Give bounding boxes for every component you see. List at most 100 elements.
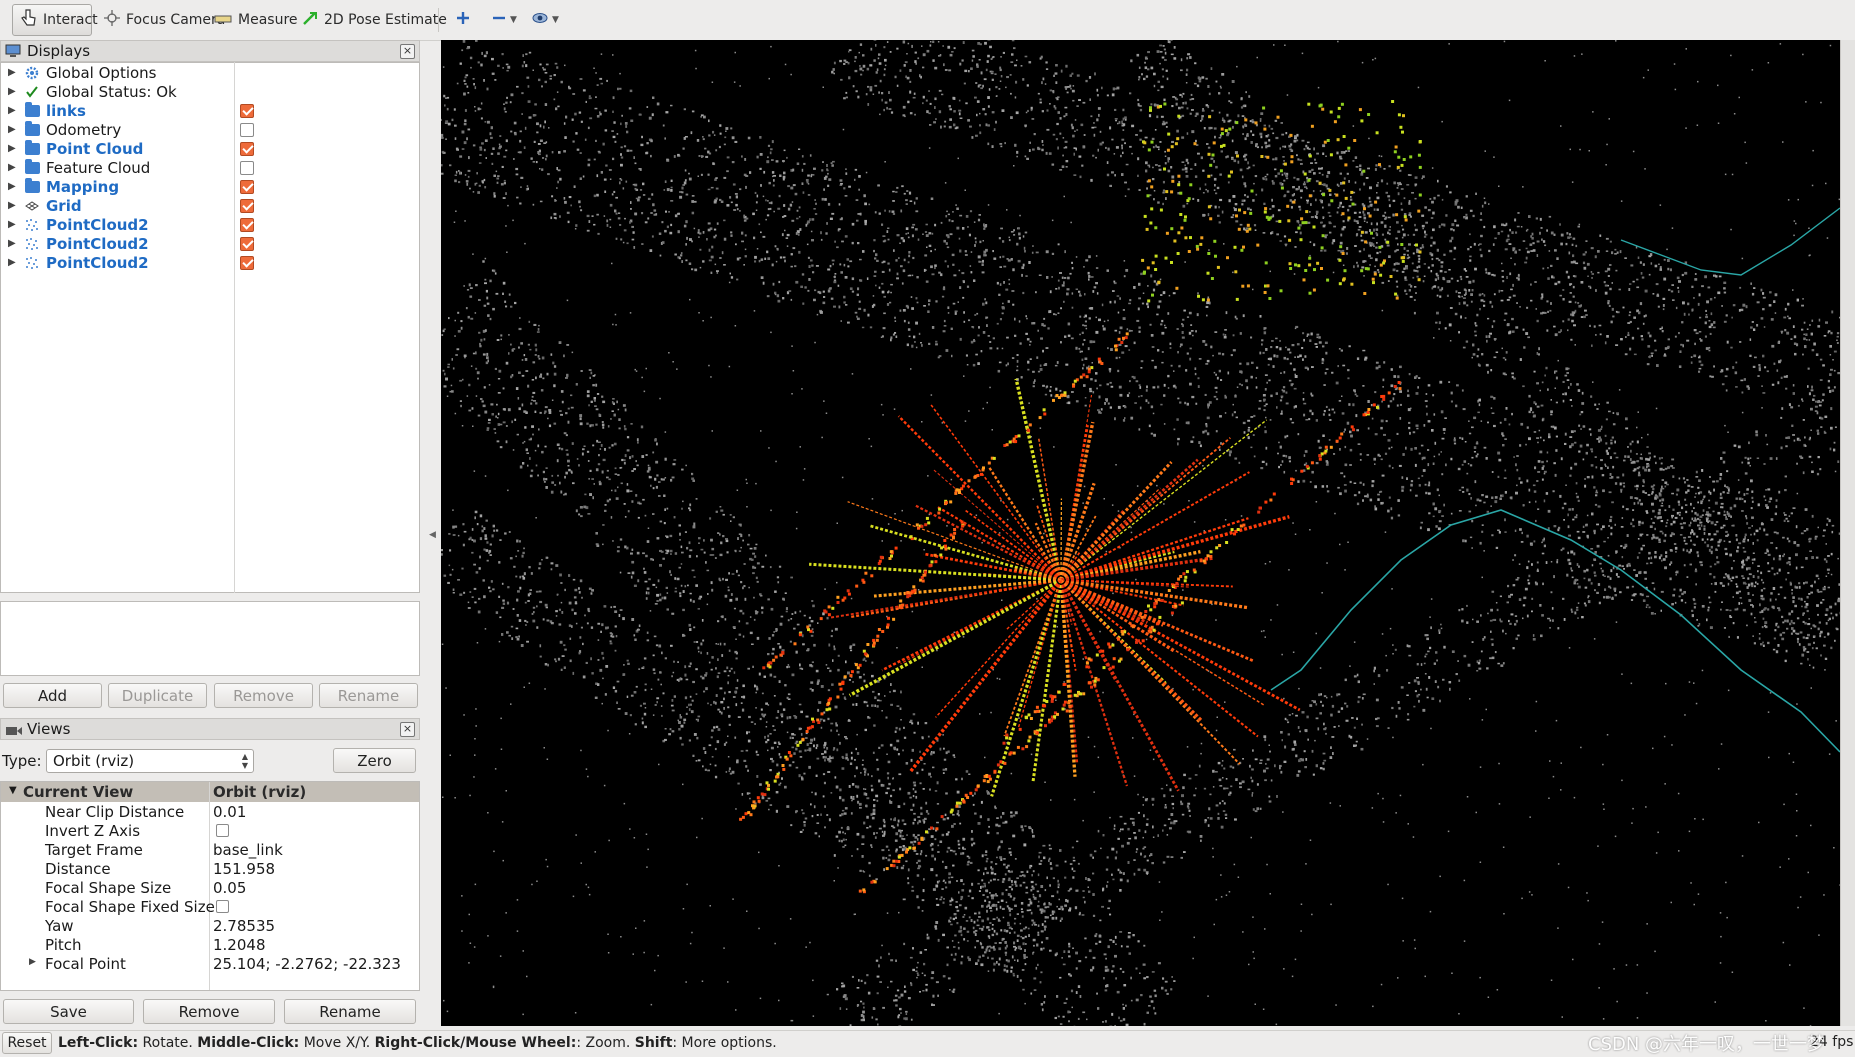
view-type-label: Type: [2,752,42,770]
reset-button[interactable]: Reset [2,1032,52,1054]
view-property-row[interactable]: ▶ Focal Point 25.104; -2.2762; -22.323 [1,954,419,973]
display-item[interactable]: ▶Global Options [0,63,418,82]
expand-arrow-icon[interactable]: ▶ [8,105,16,116]
folder-icon [24,104,40,118]
view-property-row[interactable]: Yaw2.78535 [1,916,419,935]
display-item[interactable]: ▶ Odometry [0,120,418,139]
display-item[interactable]: ▶PointCloud2 [0,253,418,272]
view-property-key: Focal Point [45,955,126,973]
display-enabled-checkbox[interactable] [240,237,254,251]
expand-arrow-icon[interactable]: ▶ [8,219,16,230]
video-camera-icon [5,723,23,741]
pose-estimate-tool-button[interactable]: 2D Pose Estimate [294,4,455,36]
add-display-button[interactable]: Add [3,683,102,708]
expand-arrow-icon[interactable]: ▶ [8,86,16,97]
map-point-cloud [441,40,1840,1026]
display-enabled-checkbox[interactable] [240,218,254,232]
view-type-select[interactable]: Orbit (rviz) ▲▼ [46,749,254,773]
rename-view-button[interactable]: Rename [284,999,416,1024]
view-property-key: Distance [45,860,111,878]
display-enabled-checkbox[interactable] [240,199,254,213]
chevron-down-icon: ▼ [552,15,559,25]
view-property-key: Invert Z Axis [45,822,140,840]
display-item-label: Odometry [46,121,121,139]
folder-icon [24,142,40,156]
zero-view-button[interactable]: Zero [333,748,416,773]
gear-icon [24,66,40,80]
remove-view-button[interactable]: Remove [143,999,275,1024]
rename-display-button[interactable]: Rename [319,683,418,708]
duplicate-display-button[interactable]: Duplicate [108,683,207,708]
measure-tool-button[interactable]: Measure [206,4,306,36]
camera-view-menu-button[interactable]: ▼ [524,4,567,36]
collapse-arrow-icon[interactable]: ◀ [429,530,436,540]
display-item[interactable]: ▶links [0,101,418,120]
expand-arrow-icon[interactable]: ▶ [8,143,16,154]
view-property-row[interactable]: Invert Z Axis [1,821,419,840]
expand-arrow-icon[interactable]: ▶ [8,181,16,192]
display-item[interactable]: ▶ Grid [0,196,418,215]
display-item[interactable]: ▶ Point Cloud [0,139,418,158]
close-icon[interactable]: × [400,722,415,737]
remove-tool-button[interactable]: ▼ [484,4,525,36]
display-item[interactable]: ▶Mapping [0,177,418,196]
display-item[interactable]: ▶Global Status: Ok [0,82,418,101]
views-panel-title: Views [27,720,70,738]
display-item[interactable]: ▶PointCloud2 [0,215,418,234]
displays-panel-title: Displays [27,42,90,60]
view-property-checkbox[interactable] [216,900,229,913]
save-view-button[interactable]: Save [3,999,134,1024]
expand-arrow-icon[interactable]: ▶ [8,200,16,211]
display-item-label: Point Cloud [46,140,143,158]
view-property-row[interactable]: Target Framebase_link [1,840,419,859]
current-view-header-row[interactable]: ▼ Current View Orbit (rviz) [1,782,419,802]
view-property-row[interactable]: Focal Shape Fixed Size [1,897,419,916]
view-property-row[interactable]: Distance 151.958 [1,859,419,878]
ruler-icon [214,12,232,28]
expand-arrow-icon[interactable]: ▼ [9,785,17,796]
display-enabled-checkbox[interactable] [240,142,254,156]
view-property-key: Focal Shape Size [45,879,171,897]
display-item-label: Grid [46,197,82,215]
expand-arrow-icon[interactable]: ▶ [8,238,16,249]
measure-label: Measure [238,12,298,28]
view-property-row[interactable]: Focal Shape Size 0.05 [1,878,419,897]
view-property-value[interactable]: 1.2048 [213,936,266,954]
expand-arrow-icon[interactable]: ▶ [8,257,16,268]
display-enabled-checkbox[interactable] [240,180,254,194]
display-enabled-checkbox[interactable] [240,161,254,175]
expand-arrow-icon[interactable]: ▶ [8,67,16,78]
view-property-value[interactable]: 151.958 [213,860,275,878]
view-property-row[interactable]: Near Clip Distance0.01 [1,802,419,821]
display-enabled-checkbox[interactable] [240,123,254,137]
interact-tool-button[interactable]: Interact [12,4,92,36]
add-tool-button[interactable] [448,4,478,36]
camera-view-icon [532,12,548,28]
view-property-row[interactable]: Pitch1.2048 [1,935,419,954]
view-property-value[interactable]: base_link [213,841,283,859]
display-enabled-checkbox[interactable] [240,104,254,118]
expand-arrow-icon[interactable]: ▶ [29,957,36,967]
view-property-value[interactable]: 0.01 [213,803,246,821]
right-dock-scrollbar[interactable] [1840,40,1855,1026]
expand-arrow-icon[interactable]: ▶ [8,124,16,135]
main-toolbar: Interact Focus Camera Measure 2D Pose Es… [0,0,1855,41]
view-property-value[interactable]: 2.78535 [213,917,275,935]
view-property-value[interactable]: 0.05 [213,879,246,897]
pointcloud-icon [24,218,40,232]
toolbar-separator [438,8,439,32]
view-property-value[interactable]: 25.104; -2.2762; -22.323 [213,955,401,973]
close-icon[interactable]: × [400,44,415,59]
hand-pointer-icon [21,9,37,31]
display-item-label: PointCloud2 [46,235,149,253]
display-item[interactable]: ▶ PointCloud2 [0,234,418,253]
display-enabled-checkbox[interactable] [240,256,254,270]
display-item[interactable]: ▶Feature Cloud [0,158,418,177]
rviz-3d-viewport[interactable] [441,40,1840,1026]
green-arrow-icon [302,10,318,30]
folder-icon [24,180,40,194]
remove-display-button[interactable]: Remove [214,683,313,708]
pose-estimate-label: 2D Pose Estimate [324,12,447,28]
expand-arrow-icon[interactable]: ▶ [8,162,16,173]
view-property-checkbox[interactable] [216,824,229,837]
